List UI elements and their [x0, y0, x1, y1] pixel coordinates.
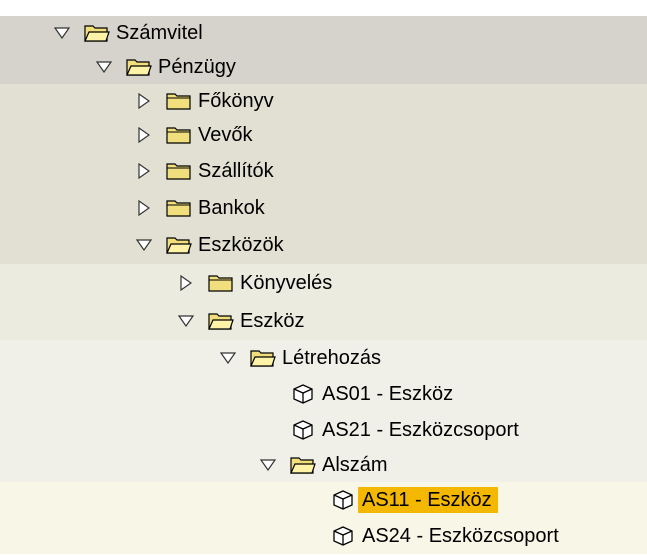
folder-closed-icon [166, 91, 192, 111]
tree-item-label: AS01 - Eszköz [322, 383, 454, 405]
tree-row-as01[interactable]: AS01 - Eszköz [0, 376, 647, 412]
cube-icon [290, 384, 316, 404]
tree-item-label: Pénzügy [158, 56, 236, 78]
folder-open-icon [208, 311, 234, 331]
triangle-right-icon[interactable] [134, 91, 154, 111]
folder-open-icon [290, 455, 316, 475]
tree-item-label: Eszközök [198, 234, 284, 256]
tree-item-label: Szállítók [198, 160, 274, 182]
navigation-tree: Számvitel Pénzügy Főkönyv Vevők Szállító… [0, 0, 647, 555]
tree-item-label: Könyvelés [240, 272, 333, 294]
triangle-down-icon[interactable] [134, 235, 154, 255]
tree-item-label: AS24 - Eszközcsoport [362, 525, 559, 547]
triangle-down-icon[interactable] [218, 348, 238, 368]
folder-closed-icon [166, 198, 192, 218]
triangle-down-icon[interactable] [94, 57, 114, 77]
folder-open-icon [166, 235, 192, 255]
triangle-right-icon[interactable] [176, 273, 196, 293]
tree-item-label: Létrehozás [282, 347, 381, 369]
tree-row-konyveles[interactable]: Könyvelés [0, 264, 647, 302]
cube-icon [330, 526, 356, 546]
triangle-down-icon[interactable] [52, 23, 72, 43]
tree-item-label: Alszám [322, 454, 388, 476]
folder-closed-icon [166, 161, 192, 181]
tree-item-label: Eszköz [240, 310, 305, 332]
folder-open-icon [250, 348, 276, 368]
triangle-right-icon[interactable] [134, 125, 154, 145]
triangle-right-icon[interactable] [134, 161, 154, 181]
triangle-down-icon[interactable] [176, 311, 196, 331]
tree-item-label: Bankok [198, 197, 265, 219]
tree-item-label: Vevők [198, 124, 253, 146]
tree-row-penzugy[interactable]: Pénzügy [0, 50, 647, 84]
folder-closed-icon [166, 125, 192, 145]
tree-row-as21[interactable]: AS21 - Eszközcsoport [0, 412, 647, 448]
tree-row-fokonyv[interactable]: Főkönyv [0, 84, 647, 118]
folder-closed-icon [208, 273, 234, 293]
tree-item-label: AS21 - Eszközcsoport [322, 419, 519, 441]
tree-row-eszkoz[interactable]: Eszköz [0, 302, 647, 340]
tree-item-label: Számvitel [116, 22, 203, 44]
tree-row-szallitok[interactable]: Szállítók [0, 152, 647, 190]
tree-item-label: AS11 - Eszköz [358, 487, 498, 513]
folder-open-icon [126, 57, 152, 77]
tree-row-letrehozas[interactable]: Létrehozás [0, 340, 647, 376]
tree-row-vevok[interactable]: Vevők [0, 118, 647, 152]
triangle-right-icon[interactable] [134, 198, 154, 218]
tree-row-as24[interactable]: AS24 - Eszközcsoport [0, 518, 647, 554]
tree-row-eszkozok[interactable]: Eszközök [0, 226, 647, 264]
tree-row-szamvitel[interactable]: Számvitel [0, 16, 647, 50]
tree-row-bankok[interactable]: Bankok [0, 190, 647, 226]
cube-icon [290, 420, 316, 440]
triangle-down-icon[interactable] [258, 455, 278, 475]
tree-item-label: Főkönyv [198, 90, 274, 112]
tree-row-alszam[interactable]: Alszám [0, 448, 647, 482]
cube-icon [330, 490, 356, 510]
folder-open-icon [84, 23, 110, 43]
tree-row-as11[interactable]: AS11 - Eszköz [0, 482, 647, 518]
